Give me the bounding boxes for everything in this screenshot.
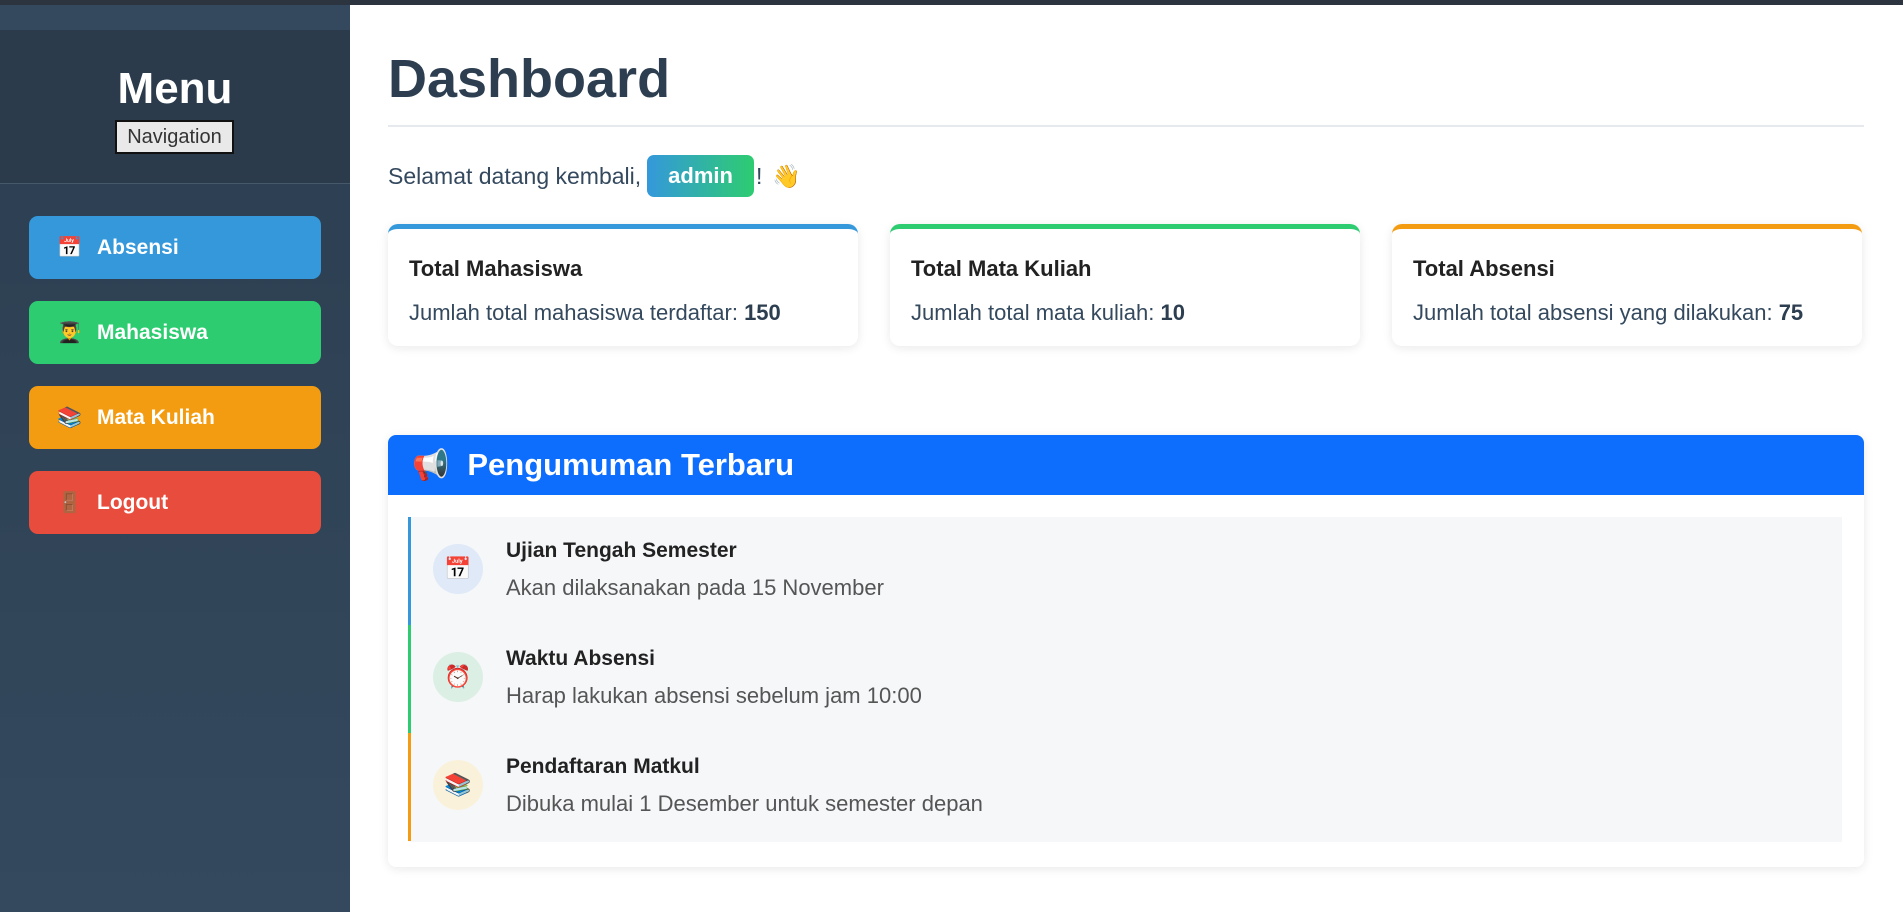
stat-value: 10 (1160, 300, 1185, 325)
announcement-item: ⏰ Waktu Absensi Harap lakukan absensi se… (408, 625, 1842, 733)
student-icon: 👨‍🎓 (57, 322, 82, 344)
books-icon: 📚 (57, 407, 82, 429)
calendar-icon: 📅 (57, 237, 82, 259)
nav-mahasiswa-button[interactable]: 👨‍🎓 Mahasiswa (29, 301, 321, 364)
stat-label: Jumlah total mata kuliah: (911, 300, 1155, 325)
announcement-text: Akan dilaksanakan pada 15 November (506, 575, 884, 600)
sidebar-top-strip (0, 5, 350, 30)
sidebar-subtitle: Navigation (115, 120, 234, 154)
books-icon: 📚 (433, 760, 483, 810)
announcements-list: 📅 Ujian Tengah Semester Akan dilaksanaka… (408, 517, 1842, 842)
stat-label: Jumlah total absensi yang dilakukan: (1413, 300, 1773, 325)
announcement-title: Waktu Absensi (506, 647, 655, 670)
wave-icon: 👋 (772, 162, 801, 189)
announcement-item: 📅 Ujian Tengah Semester Akan dilaksanaka… (408, 517, 1842, 625)
stat-card-mata-kuliah: Total Mata Kuliah Jumlah total mata kuli… (890, 224, 1360, 346)
nav-logout-button[interactable]: 🚪 Logout (29, 471, 321, 534)
nav-mata-kuliah-label: Mata Kuliah (97, 405, 215, 429)
megaphone-icon: 📢 (412, 448, 450, 482)
stat-title: Total Absensi (1413, 256, 1555, 281)
nav-mahasiswa-label: Mahasiswa (97, 320, 208, 344)
page-title: Dashboard (388, 49, 671, 109)
announcements-panel: 📢 Pengumuman Terbaru 📅 Ujian Tengah Seme… (388, 435, 1864, 867)
welcome-prefix: Selamat datang kembali, (388, 162, 642, 189)
nav-absensi-button[interactable]: 📅 Absensi (29, 216, 321, 279)
stat-description: Jumlah total absensi yang dilakukan: 75 (1413, 300, 1803, 326)
stat-value: 75 (1778, 300, 1804, 325)
calendar-icon: 📅 (433, 544, 483, 594)
announcement-title: Ujian Tengah Semester (506, 539, 737, 562)
nav-absensi-label: Absensi (97, 235, 179, 259)
stat-card-mahasiswa: Total Mahasiswa Jumlah total mahasiswa t… (388, 224, 858, 346)
nav-mata-kuliah-button[interactable]: 📚 Mata Kuliah (29, 386, 321, 449)
welcome-message: Selamat datang kembali, admin ! 👋 (388, 155, 801, 197)
welcome-suffix: ! (755, 162, 763, 189)
stat-description: Jumlah total mahasiswa terdaftar: 150 (409, 300, 781, 326)
main-content: Dashboard Selamat datang kembali, admin … (350, 5, 1903, 912)
announcements-title: Pengumuman Terbaru (467, 447, 795, 482)
stat-description: Jumlah total mata kuliah: 10 (911, 300, 1185, 326)
sidebar: Menu Navigation 📅 Absensi 👨‍🎓 Mahasiswa … (0, 5, 350, 912)
announcement-title: Pendaftaran Matkul (506, 755, 700, 778)
stat-label: Jumlah total mahasiswa terdaftar: (409, 300, 738, 325)
stat-title: Total Mata Kuliah (911, 256, 1092, 281)
nav-logout-label: Logout (97, 490, 169, 514)
announcements-header: 📢 Pengumuman Terbaru (388, 435, 1864, 495)
sidebar-title: Menu (117, 64, 233, 113)
stat-card-absensi: Total Absensi Jumlah total absensi yang … (1392, 224, 1862, 346)
alarm-clock-icon: ⏰ (433, 652, 483, 702)
door-icon: 🚪 (57, 492, 82, 514)
sidebar-header: Menu Navigation (0, 30, 350, 184)
announcement-text: Dibuka mulai 1 Desember untuk semester d… (506, 791, 983, 816)
username-badge: admin (647, 155, 754, 197)
stat-value: 150 (744, 300, 781, 325)
stat-title: Total Mahasiswa (409, 256, 583, 281)
announcement-item: 📚 Pendaftaran Matkul Dibuka mulai 1 Dese… (408, 733, 1842, 841)
announcement-text: Harap lakukan absensi sebelum jam 10:00 (506, 683, 922, 708)
title-divider (388, 125, 1864, 127)
